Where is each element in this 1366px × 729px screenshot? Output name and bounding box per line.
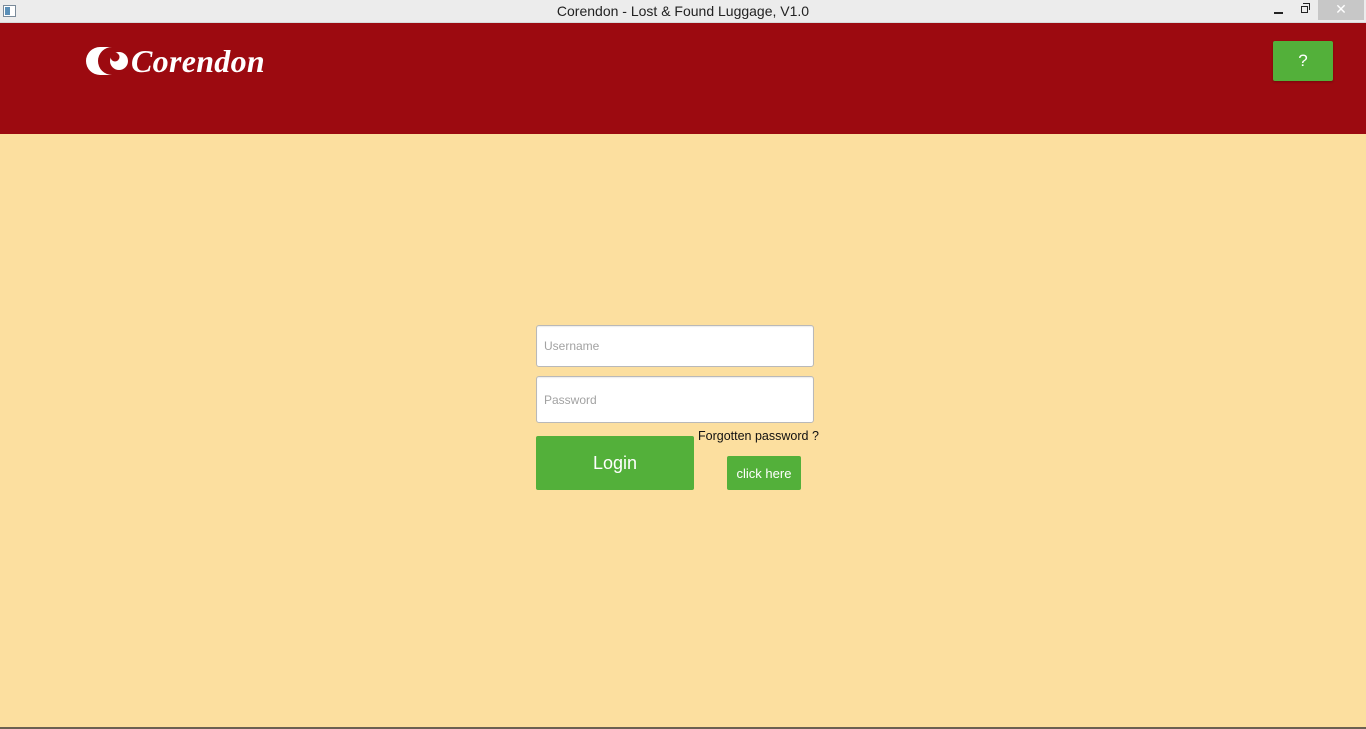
restore-icon (1300, 2, 1310, 13)
minimize-button[interactable] (1264, 0, 1292, 20)
brand-logo: Corendon (84, 41, 265, 81)
app-header: Corendon ? (0, 23, 1366, 134)
close-icon: ✕ (1335, 2, 1347, 18)
window-title: Corendon - Lost & Found Luggage, V1.0 (556, 3, 810, 19)
help-button[interactable]: ? (1273, 41, 1333, 81)
close-button[interactable]: ✕ (1318, 0, 1364, 20)
minimize-icon (1273, 12, 1283, 14)
username-input[interactable] (536, 325, 814, 367)
forgotten-password-label: Forgotten password ? (698, 429, 819, 443)
login-button[interactable]: Login (536, 436, 694, 490)
window-titlebar: Corendon - Lost & Found Luggage, V1.0 ✕ (0, 0, 1366, 23)
corendon-logo-mark-icon (84, 46, 128, 76)
click-here-button[interactable]: click here (727, 456, 801, 490)
restore-button[interactable] (1290, 0, 1318, 20)
brand-name: Corendon (131, 42, 265, 79)
password-input[interactable] (536, 376, 814, 423)
